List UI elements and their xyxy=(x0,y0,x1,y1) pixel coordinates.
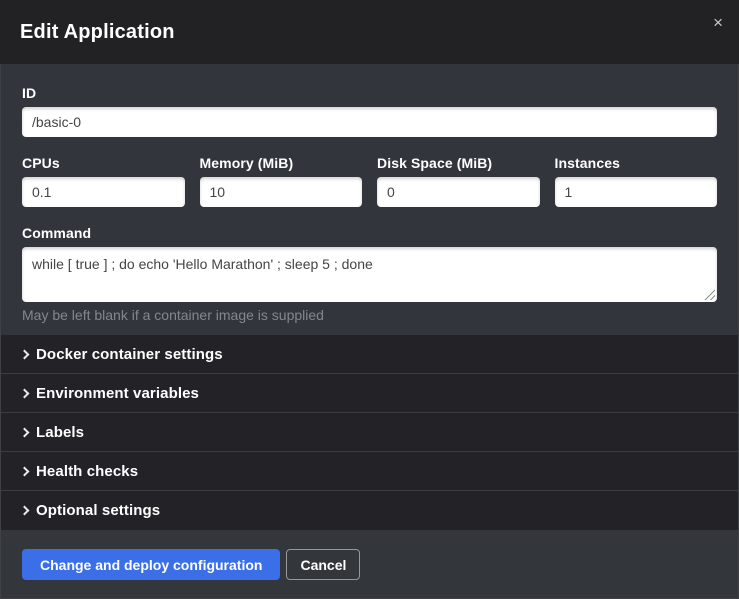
section-labels[interactable]: Labels xyxy=(0,413,739,452)
chevron-right-icon xyxy=(20,349,30,359)
section-environment-variables[interactable]: Environment variables xyxy=(0,374,739,413)
close-icon[interactable]: × xyxy=(709,12,727,33)
memory-label: Memory (MiB) xyxy=(200,156,363,170)
chevron-right-icon xyxy=(20,466,30,476)
section-health-checks[interactable]: Health checks xyxy=(0,452,739,491)
modal-title: Edit Application xyxy=(20,21,175,44)
id-field-group: ID xyxy=(22,86,717,137)
memory-input[interactable] xyxy=(200,177,363,207)
modal-header: Edit Application × xyxy=(0,0,739,64)
cancel-button[interactable]: Cancel xyxy=(286,549,360,580)
command-label: Command xyxy=(22,226,717,240)
chevron-right-icon xyxy=(20,506,30,516)
resources-row: CPUs Memory (MiB) Disk Space (MiB) Insta… xyxy=(22,156,717,207)
instances-label: Instances xyxy=(555,156,718,170)
id-input[interactable] xyxy=(22,107,717,137)
disk-space-input[interactable] xyxy=(377,177,540,207)
collapsible-sections: Docker container settings Environment va… xyxy=(0,335,739,530)
section-optional-settings[interactable]: Optional settings xyxy=(0,491,739,530)
cpus-label: CPUs xyxy=(22,156,185,170)
disk-space-field-group: Disk Space (MiB) xyxy=(377,156,540,207)
modal-footer: Change and deploy configuration Cancel xyxy=(0,530,739,599)
cpus-field-group: CPUs xyxy=(22,156,185,207)
instances-input[interactable] xyxy=(555,177,718,207)
disk-space-label: Disk Space (MiB) xyxy=(377,156,540,170)
command-help-text: May be left blank if a container image i… xyxy=(22,308,717,322)
section-docker-container-settings[interactable]: Docker container settings xyxy=(0,335,739,374)
cpus-input[interactable] xyxy=(22,177,185,207)
command-field-group: Command while [ true ] ; do echo 'Hello … xyxy=(22,226,717,322)
change-and-deploy-button[interactable]: Change and deploy configuration xyxy=(22,549,280,580)
command-textarea[interactable]: while [ true ] ; do echo 'Hello Marathon… xyxy=(22,247,717,302)
memory-field-group: Memory (MiB) xyxy=(200,156,363,207)
chevron-right-icon xyxy=(20,427,30,437)
form-body: ID CPUs Memory (MiB) Disk Space (MiB) In… xyxy=(0,64,739,335)
edit-application-modal: Edit Application × ID CPUs Memory (MiB) … xyxy=(0,0,739,599)
instances-field-group: Instances xyxy=(555,156,718,207)
id-label: ID xyxy=(22,86,717,100)
chevron-right-icon xyxy=(20,388,30,398)
